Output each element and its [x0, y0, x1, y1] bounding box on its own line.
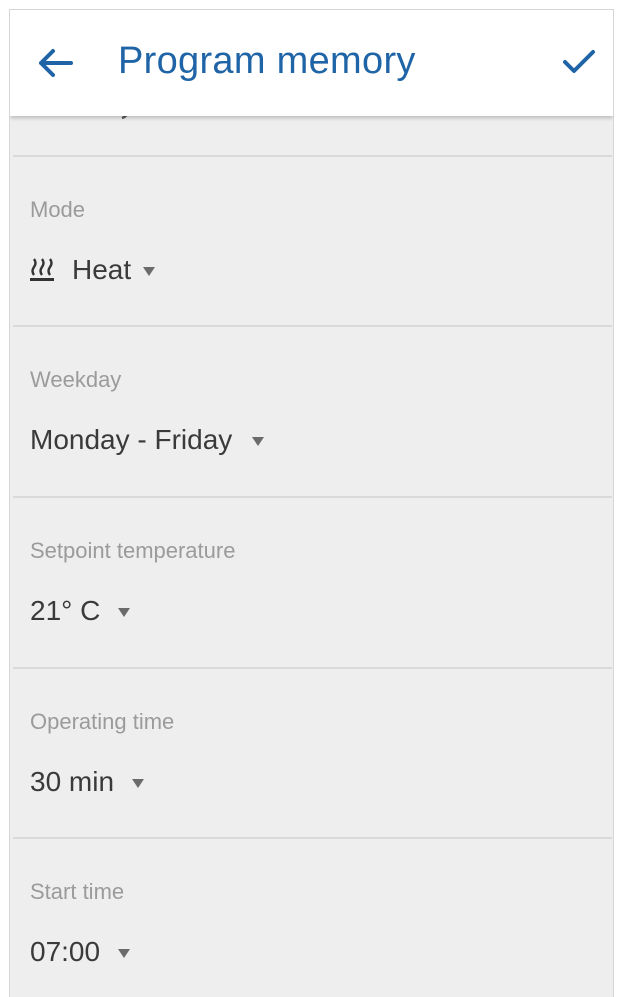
app-bar: Program memory [10, 10, 613, 116]
operating-time-label: Operating time [30, 709, 175, 734]
weekday-section: Weekday Monday - Friday [10, 327, 613, 495]
check-icon [561, 47, 597, 82]
operating-time-value: 30 min [30, 766, 115, 797]
chevron-down-icon [118, 607, 131, 617]
weekday-label: Weekday [30, 367, 122, 392]
start-time-value: 07:00 [30, 936, 101, 967]
chevron-down-icon [252, 436, 265, 446]
setpoint-value: 21° C [30, 595, 101, 626]
confirm-button[interactable] [555, 40, 603, 88]
page-title: Program memory [118, 40, 416, 82]
setpoint-dropdown[interactable]: 21° C [30, 595, 131, 627]
chevron-down-icon [118, 948, 131, 958]
setpoint-section: Setpoint temperature 21° C [10, 498, 613, 666]
arrow-left-icon [37, 48, 73, 83]
operating-time-dropdown[interactable]: 30 min [30, 766, 145, 798]
weekday-dropdown[interactable]: Monday - Friday [30, 424, 265, 456]
mode-label: Mode [30, 197, 86, 222]
chevron-down-icon [143, 266, 156, 276]
chevron-down-icon [132, 778, 145, 788]
mode-value: Heat [72, 254, 132, 285]
mode-section: Mode Heat [10, 157, 613, 325]
back-button[interactable] [32, 42, 78, 88]
heat-icon [30, 257, 54, 283]
start-time-section: Start time 07:00 [10, 839, 613, 997]
operating-time-section: Operating time 30 min [10, 669, 613, 837]
mode-dropdown[interactable]: Heat [30, 254, 156, 286]
weekday-value: Monday - Friday [30, 424, 233, 455]
setpoint-label: Setpoint temperature [30, 538, 236, 563]
start-time-dropdown[interactable]: 07:00 [30, 936, 131, 968]
start-time-label: Start time [30, 879, 125, 904]
screen: Program memory Mode Heat Weekday Monday … [9, 9, 614, 997]
